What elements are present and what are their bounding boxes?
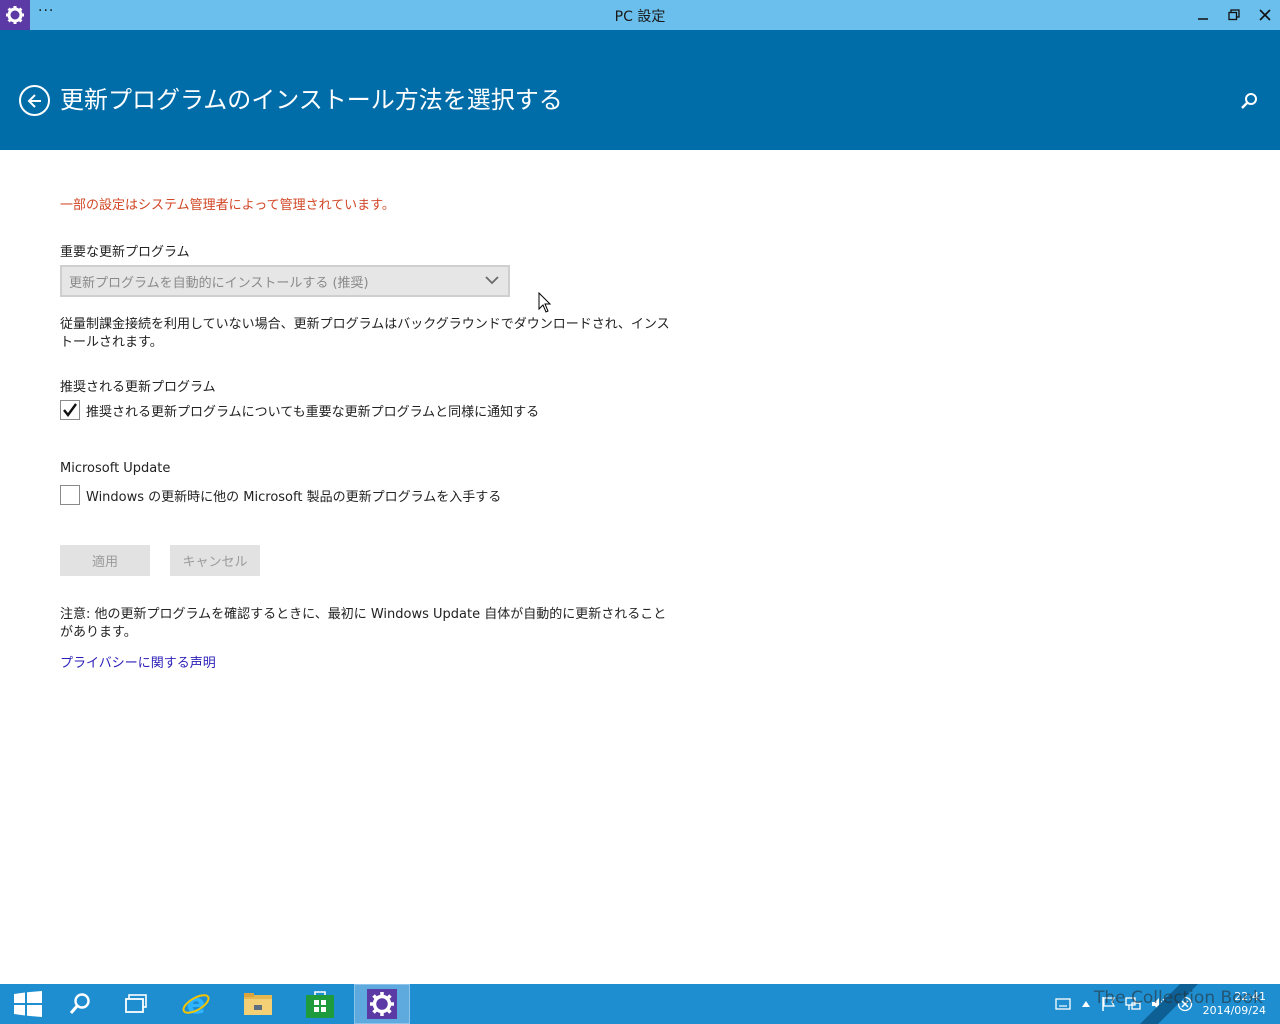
search-icon <box>1241 93 1257 109</box>
windows-logo-icon <box>14 991 42 1017</box>
close-button[interactable] <box>1249 0 1280 30</box>
important-updates-label: 重要な更新プログラム <box>60 245 190 260</box>
recommended-updates-label: 推奨される更新プログラム <box>60 380 216 395</box>
search-icon <box>69 993 90 1014</box>
recommended-updates-checkbox-label: 推奨される更新プログラムについても重要な更新プログラムと同様に通知する <box>86 404 540 420</box>
store-icon <box>306 991 334 1018</box>
task-view-icon <box>125 994 147 1013</box>
back-button[interactable] <box>19 85 50 116</box>
taskbar-pc-settings[interactable] <box>354 984 410 1024</box>
dropdown-selected-value: 更新プログラムを自動的にインストールする (推奨) <box>69 275 369 291</box>
keyboard-icon[interactable] <box>1054 997 1071 1011</box>
watermark-text: The Collection Book <box>1094 988 1263 1008</box>
taskbar-file-explorer[interactable] <box>230 984 286 1024</box>
task-view-button[interactable] <box>108 984 164 1024</box>
search-button[interactable] <box>1238 90 1260 112</box>
settings-gear-icon <box>367 989 397 1019</box>
taskbar: e 22:41 2014/09/24 <box>0 984 1280 1024</box>
window-title: PC 設定 <box>614 9 666 25</box>
mouse-cursor-icon <box>538 292 552 313</box>
microsoft-update-checkbox-label: Windows の更新時に他の Microsoft 製品の更新プログラムを入手す… <box>86 489 502 505</box>
start-button[interactable] <box>0 984 56 1024</box>
back-arrow-icon <box>27 93 41 108</box>
important-updates-description: 従量制課金接続を利用していない場合、更新プログラムはバックグラウンドでダウンロー… <box>60 317 670 350</box>
svg-text:e: e <box>187 989 206 1019</box>
restore-button[interactable] <box>1218 0 1249 30</box>
minimize-button[interactable] <box>1187 0 1218 30</box>
update-note: 注意: 他の更新プログラムを確認するときに、最初に Windows Update… <box>60 607 667 640</box>
privacy-statement-link[interactable]: プライバシーに関する声明 <box>60 652 216 671</box>
internet-explorer-icon: e <box>182 989 210 1019</box>
chevron-down-icon <box>485 276 499 285</box>
show-hidden-icons-icon[interactable] <box>1081 1000 1091 1008</box>
microsoft-update-label: Microsoft Update <box>60 461 171 476</box>
page-header: 更新プログラムのインストール方法を選択する <box>0 30 1280 150</box>
taskbar-internet-explorer[interactable]: e <box>168 984 224 1024</box>
important-updates-dropdown[interactable]: 更新プログラムを自動的にインストールする (推奨) <box>60 265 510 297</box>
recommended-updates-option[interactable]: 推奨される更新プログラムについても重要な更新プログラムと同様に通知する <box>60 400 539 420</box>
page-title: 更新プログラムのインストール方法を選択する <box>60 86 563 114</box>
restore-icon <box>1227 9 1240 21</box>
admin-managed-notice: 一部の設定はシステム管理者によって管理されています。 <box>60 198 395 213</box>
checkmark-icon <box>63 403 77 417</box>
taskbar-store[interactable] <box>292 984 348 1024</box>
cancel-button[interactable]: キャンセル <box>170 545 260 576</box>
folder-icon <box>244 993 272 1015</box>
window-controls <box>1187 0 1280 30</box>
title-bar: ··· PC 設定 <box>0 0 1280 30</box>
apply-button[interactable]: 適用 <box>60 545 150 576</box>
recommended-updates-checkbox[interactable] <box>60 400 80 420</box>
microsoft-update-checkbox[interactable] <box>60 485 80 505</box>
minimize-icon <box>1197 18 1208 20</box>
taskbar-search-button[interactable] <box>52 984 108 1024</box>
microsoft-update-option[interactable]: Windows の更新時に他の Microsoft 製品の更新プログラムを入手す… <box>60 485 501 505</box>
close-icon <box>1258 9 1271 21</box>
